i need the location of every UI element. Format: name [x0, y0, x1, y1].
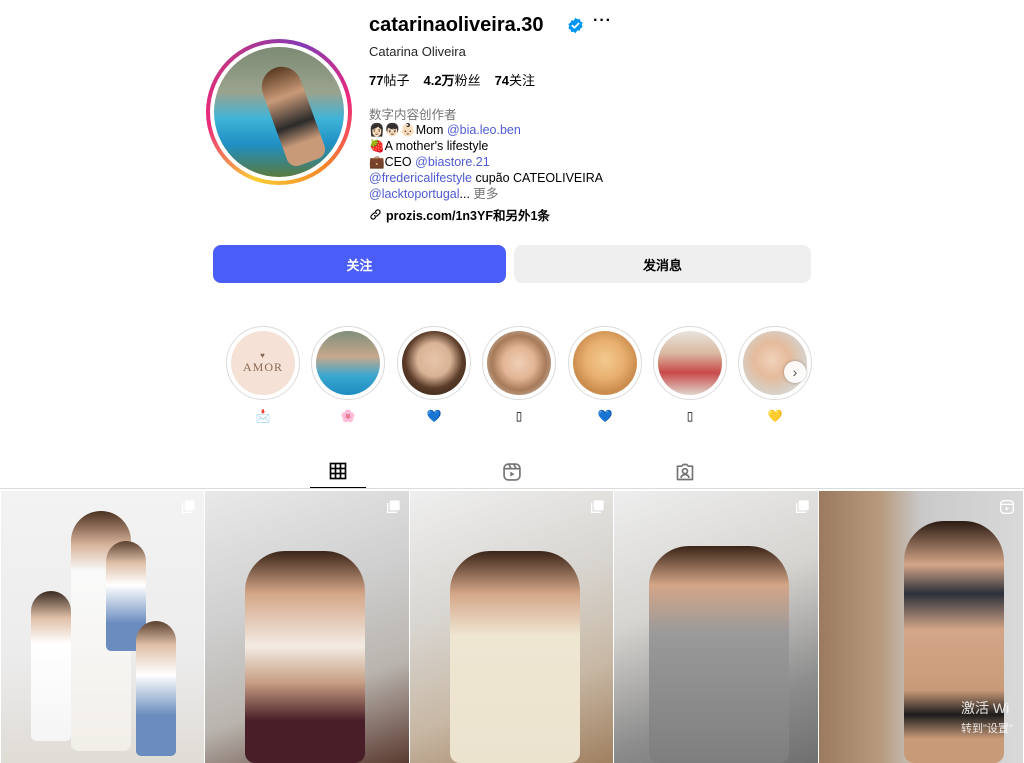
bio-mention-link[interactable]: @lacktoportugal: [369, 187, 460, 201]
bio-more-link[interactable]: 更多: [470, 187, 498, 201]
posts-grid: [1, 491, 1023, 763]
tab-posts[interactable]: [310, 455, 366, 489]
story-highlight[interactable]: ▯: [653, 326, 727, 424]
story-highlight[interactable]: 💙: [568, 326, 642, 424]
more-options-icon[interactable]: ···: [593, 12, 612, 30]
link-text[interactable]: prozis.com/1n3YF和另外1条: [386, 205, 550, 224]
tab-reels[interactable]: [484, 455, 540, 489]
story-highlight[interactable]: ▯: [482, 326, 556, 424]
carousel-icon: [387, 500, 400, 513]
tabs-divider: [0, 488, 1024, 489]
followers-stat[interactable]: 4.2万粉丝: [423, 70, 480, 89]
profile-external-link[interactable]: prozis.com/1n3YF和另外1条: [369, 205, 550, 224]
story-highlight[interactable]: ♥ AMOR 📩: [226, 326, 300, 424]
bio-mention-link[interactable]: @biastore.21: [415, 155, 490, 169]
reel-badge-icon: [1000, 500, 1014, 514]
bio-text: 💼CEO: [369, 155, 416, 169]
carousel-icon: [591, 500, 604, 513]
bio-mention-link[interactable]: @fredericalifestyle: [369, 171, 472, 185]
os-activation-watermark: 激活 Wi 转到"设置": [961, 700, 1013, 735]
highlight-label: ▯: [515, 409, 523, 423]
reels-icon: [503, 463, 521, 481]
bio-mention-link[interactable]: @bia.leo.ben: [447, 123, 521, 137]
profile-stats: 77帖子 4.2万粉丝 74关注: [369, 70, 535, 89]
highlight-label: 💛: [767, 409, 783, 423]
bio-text: ...: [459, 187, 470, 201]
link-icon: [370, 209, 381, 220]
highlight-cover: [402, 331, 466, 395]
posts-stat: 77帖子: [369, 73, 410, 88]
highlight-cover: [573, 331, 637, 395]
grid-icon: [329, 462, 347, 480]
highlight-cover: [316, 331, 380, 395]
profile-category: 数字内容创作者: [369, 108, 457, 122]
highlight-label: 💙: [597, 409, 613, 423]
highlight-label: 💙: [426, 409, 442, 423]
post-thumbnail[interactable]: [205, 491, 409, 763]
highlight-cover: ♥ AMOR: [231, 331, 295, 395]
follow-button[interactable]: 关注: [213, 245, 506, 283]
highlight-cover: [658, 331, 722, 395]
highlight-label: ▯: [686, 409, 694, 423]
highlight-label: 🌸: [340, 409, 356, 423]
bio-text: cupão CATEOLIVEIRA: [472, 171, 604, 185]
profile-full-name: Catarina Oliveira: [369, 44, 466, 59]
post-thumbnail[interactable]: [614, 491, 818, 763]
post-thumbnail[interactable]: [1, 491, 204, 763]
story-highlight[interactable]: 💙: [397, 326, 471, 424]
carousel-icon: [796, 500, 809, 513]
profile-bio: 👩🏻👦🏻👶🏻Mom @bia.leo.ben 🍓A mother's lifes…: [369, 122, 603, 202]
following-stat[interactable]: 74关注: [495, 70, 535, 89]
post-thumbnail[interactable]: [410, 491, 613, 763]
tagged-icon: [676, 463, 694, 481]
carousel-icon: [182, 500, 195, 513]
profile-avatar[interactable]: [206, 39, 352, 185]
profile-username: catarinaoliveira.30: [369, 14, 544, 36]
chevron-right-icon[interactable]: ›: [784, 361, 806, 383]
story-highlight[interactable]: 🌸: [311, 326, 385, 424]
message-button[interactable]: 发消息: [514, 245, 811, 283]
bio-text: 👩🏻👦🏻👶🏻Mom: [369, 123, 447, 137]
verified-badge-icon: [568, 17, 583, 34]
highlight-cover: [487, 331, 551, 395]
tab-tagged[interactable]: [657, 455, 713, 489]
highlight-label: 📩: [255, 409, 271, 423]
bio-text: 🍓A mother's lifestyle: [369, 139, 489, 153]
